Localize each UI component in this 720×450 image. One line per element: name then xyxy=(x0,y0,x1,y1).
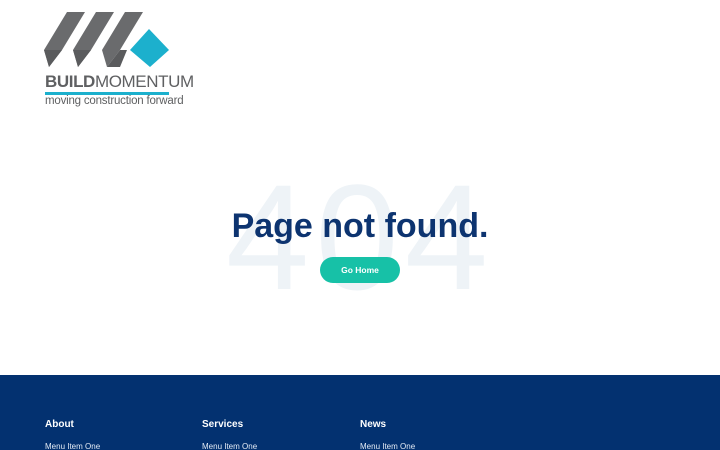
footer-column-title: About xyxy=(45,419,74,430)
brand-tagline: moving construction forward xyxy=(45,95,184,107)
page-title: Page not found. xyxy=(231,207,489,245)
go-home-button[interactable]: Go Home xyxy=(320,257,400,283)
brand-logo[interactable]: BUILDMOMENTUM moving construction forwar… xyxy=(44,12,194,110)
footer-link[interactable]: Menu Item One xyxy=(202,442,342,450)
brand-wordmark: BUILDMOMENTUM xyxy=(45,72,194,92)
site-footer: About Menu Item One Services Menu Item O… xyxy=(0,375,720,450)
footer-column-title: Services xyxy=(202,419,244,430)
footer-column-about: About Menu Item One xyxy=(45,419,185,450)
site-header: BUILDMOMENTUM moving construction forwar… xyxy=(0,0,720,120)
footer-column-news: News Menu Item One xyxy=(360,419,500,450)
brand-name-light: MOMENTUM xyxy=(94,72,194,91)
footer-column-title: News xyxy=(360,419,387,430)
error-section: 404 Page not found. Go Home xyxy=(0,120,720,375)
brand-name-bold: BUILD xyxy=(45,72,95,91)
footer-column-services: Services Menu Item One xyxy=(202,419,342,450)
logo-mark-icon xyxy=(44,12,169,67)
footer-link[interactable]: Menu Item One xyxy=(360,442,500,450)
footer-link[interactable]: Menu Item One xyxy=(45,442,185,450)
